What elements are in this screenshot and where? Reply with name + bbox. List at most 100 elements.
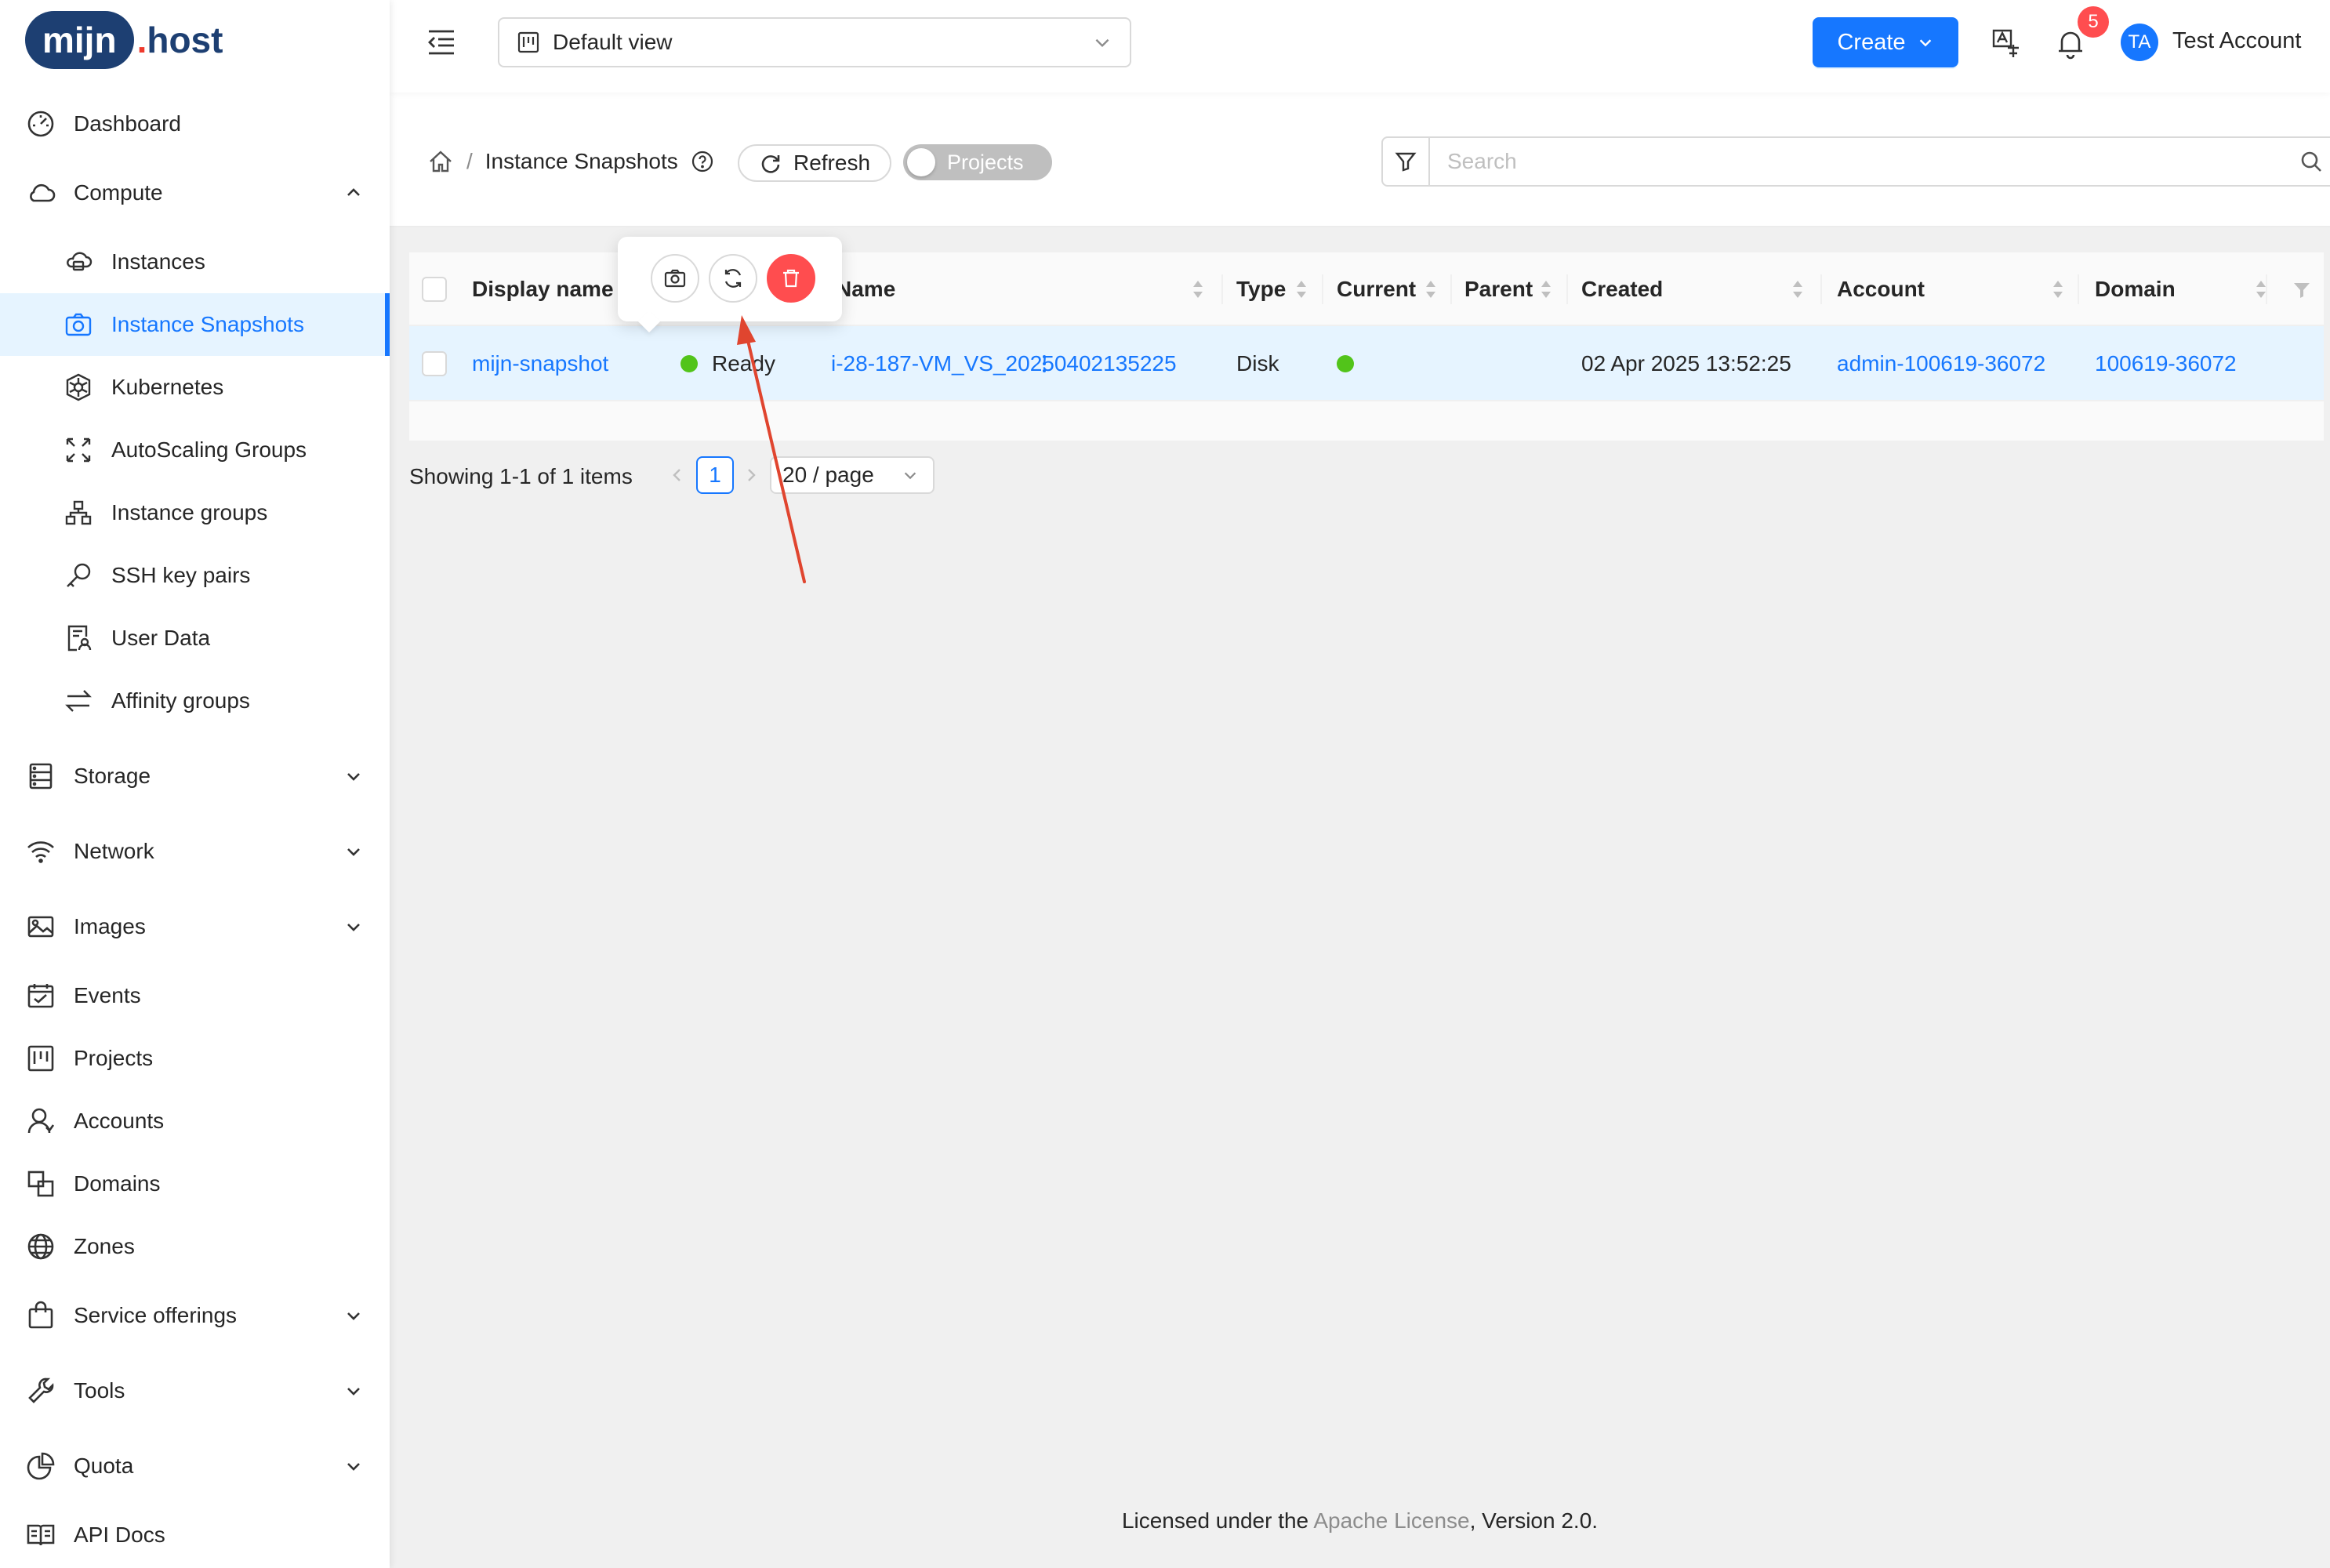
sidebar-item-accounts[interactable]: Accounts <box>0 1090 390 1152</box>
page-size-value: 20 / page <box>782 463 874 487</box>
refresh-button[interactable]: Refresh <box>738 144 891 182</box>
breadcrumb-separator: / <box>466 149 473 173</box>
menu-fold-icon[interactable] <box>426 27 457 58</box>
chevron-down-icon <box>904 472 916 480</box>
column-parent[interactable]: Parent <box>1464 252 1574 326</box>
filter-button[interactable] <box>1381 136 1430 187</box>
sidebar-item-domains[interactable]: Domains <box>0 1152 390 1215</box>
column-separator <box>1450 274 1452 304</box>
sidebar-item-autoscaling-groups[interactable]: AutoScaling Groups <box>0 419 390 481</box>
create-button-label: Create <box>1837 29 1906 55</box>
sidebar-item-label: User Data <box>111 626 211 650</box>
logo-badge: mijn <box>25 11 134 69</box>
breadcrumb: / Instance Snapshots <box>427 148 714 175</box>
status-text: Ready <box>712 351 775 376</box>
column-current[interactable]: Current <box>1337 252 1454 326</box>
search-icon <box>2301 151 2321 172</box>
current-cell <box>1337 326 1354 401</box>
sidebar-item-label: Projects <box>74 1046 154 1070</box>
column-separator <box>1566 274 1568 304</box>
sidebar-item-zones[interactable]: Zones <box>0 1215 390 1278</box>
question-circle-icon[interactable] <box>691 150 714 173</box>
page-1-button[interactable]: 1 <box>696 456 734 494</box>
column-filter-icon[interactable] <box>2292 281 2311 299</box>
sidebar-item-service-offerings[interactable]: Service offerings <box>0 1284 390 1347</box>
column-type[interactable]: Type <box>1236 252 1330 326</box>
license-link[interactable]: Apache License <box>1313 1508 1469 1533</box>
key-icon <box>67 563 91 587</box>
sidebar-item-instance-snapshots[interactable]: Instance Snapshots <box>0 293 390 356</box>
kubernetes-icon <box>66 373 91 401</box>
revert-snapshot-button[interactable] <box>709 254 757 303</box>
view-select[interactable]: Default view <box>498 17 1131 67</box>
sort-icon <box>1793 281 1802 298</box>
chevron-down-icon <box>347 1388 360 1396</box>
current-indicator-dot <box>1337 355 1354 372</box>
page-toolbar: / Instance Snapshots Refresh Projects <box>390 93 2330 227</box>
column-label: Account <box>1837 277 1925 301</box>
sidebar-item-ssh-key-pairs[interactable]: SSH key pairs <box>0 544 390 607</box>
search-button[interactable] <box>2285 136 2330 187</box>
sidebar-item-instances[interactable]: Instances <box>0 230 390 293</box>
avatar[interactable]: TA <box>2121 24 2158 61</box>
column-label: Display name <box>472 277 614 301</box>
sidebar-item-dashboard[interactable]: Dashboard <box>0 93 390 155</box>
chevron-left-icon[interactable] <box>668 466 687 485</box>
column-label: Created <box>1581 277 1664 301</box>
book-icon <box>27 1524 55 1546</box>
sidebar-item-images[interactable]: Images <box>0 895 390 958</box>
take-snapshot-button[interactable] <box>651 254 699 303</box>
table-row[interactable]: mijn-snapshot Ready i-28-187-VM_VS_20250… <box>409 326 2324 401</box>
picture-icon <box>27 916 54 938</box>
sort-icon <box>1426 281 1435 298</box>
delete-snapshot-button[interactable] <box>767 254 815 303</box>
sidebar-item-api-docs[interactable]: API Docs <box>0 1504 390 1566</box>
sidebar-item-label: Instances <box>111 249 205 274</box>
domain-link[interactable]: 100619-36072 <box>2095 326 2237 401</box>
sidebar-item-affinity-groups[interactable]: Affinity groups <box>0 670 390 732</box>
display-name-link[interactable]: mijn-snapshot <box>472 326 608 401</box>
globe-icon <box>27 1233 54 1260</box>
column-created[interactable]: Created <box>1581 252 1832 326</box>
column-domain[interactable]: Domain <box>2095 252 2275 326</box>
sidebar-item-network[interactable]: Network <box>0 820 390 883</box>
sidebar-item-instance-groups[interactable]: Instance groups <box>0 481 390 544</box>
sidebar-item-label: Affinity groups <box>111 688 250 713</box>
create-button[interactable]: Create <box>1813 17 1958 67</box>
footer-prefix: Licensed under the <box>1121 1508 1314 1533</box>
home-icon[interactable] <box>427 148 454 175</box>
column-account[interactable]: Account <box>1837 252 2080 326</box>
refresh-label: Refresh <box>793 151 871 175</box>
projects-toggle[interactable]: Projects <box>903 144 1052 180</box>
column-display-name[interactable]: Display name <box>472 252 614 326</box>
page-size-select[interactable]: 20 / page <box>770 456 935 494</box>
sidebar-item-projects[interactable]: Projects <box>0 1027 390 1090</box>
brand-logo[interactable]: mijn . host <box>25 11 223 69</box>
expand-arrows-icon <box>66 437 91 463</box>
logo-dot: . <box>136 20 147 60</box>
sidebar-item-quota[interactable]: Quota <box>0 1435 390 1497</box>
sidebar-item-label: Kubernetes <box>111 375 224 399</box>
sidebar-item-label: Dashboard <box>74 111 181 136</box>
filter-icon <box>1395 152 1417 172</box>
sidebar-item-events[interactable]: Events <box>0 964 390 1027</box>
sidebar-item-user-data[interactable]: User Data <box>0 607 390 670</box>
account-link[interactable]: admin-100619-36072 <box>1837 326 2045 401</box>
account-name[interactable]: Test Account <box>2172 28 2301 54</box>
instance-name-link[interactable]: i-28-187-VM_VS_20250402135225 <box>831 326 1177 401</box>
sidebar-item-kubernetes[interactable]: Kubernetes <box>0 356 390 419</box>
column-separator <box>1820 274 1822 304</box>
search-input[interactable] <box>1428 136 2286 187</box>
sidebar-item-tools[interactable]: Tools <box>0 1359 390 1422</box>
sidebar-item-compute[interactable]: Compute <box>0 162 390 224</box>
sidebar-item-label: Zones <box>74 1234 135 1258</box>
row-checkbox[interactable] <box>422 351 447 376</box>
sidebar-item-storage[interactable]: Storage <box>0 745 390 808</box>
translate-icon[interactable] <box>1989 26 2023 60</box>
sidebar-item-label: SSH key pairs <box>111 563 251 587</box>
toggle-knob <box>907 148 935 176</box>
chevron-right-icon[interactable] <box>742 466 760 485</box>
column-name[interactable]: Name <box>836 252 1228 326</box>
select-all-checkbox[interactable] <box>422 277 447 302</box>
top-header: Default view Create 5 TA Test Account <box>390 0 2330 93</box>
